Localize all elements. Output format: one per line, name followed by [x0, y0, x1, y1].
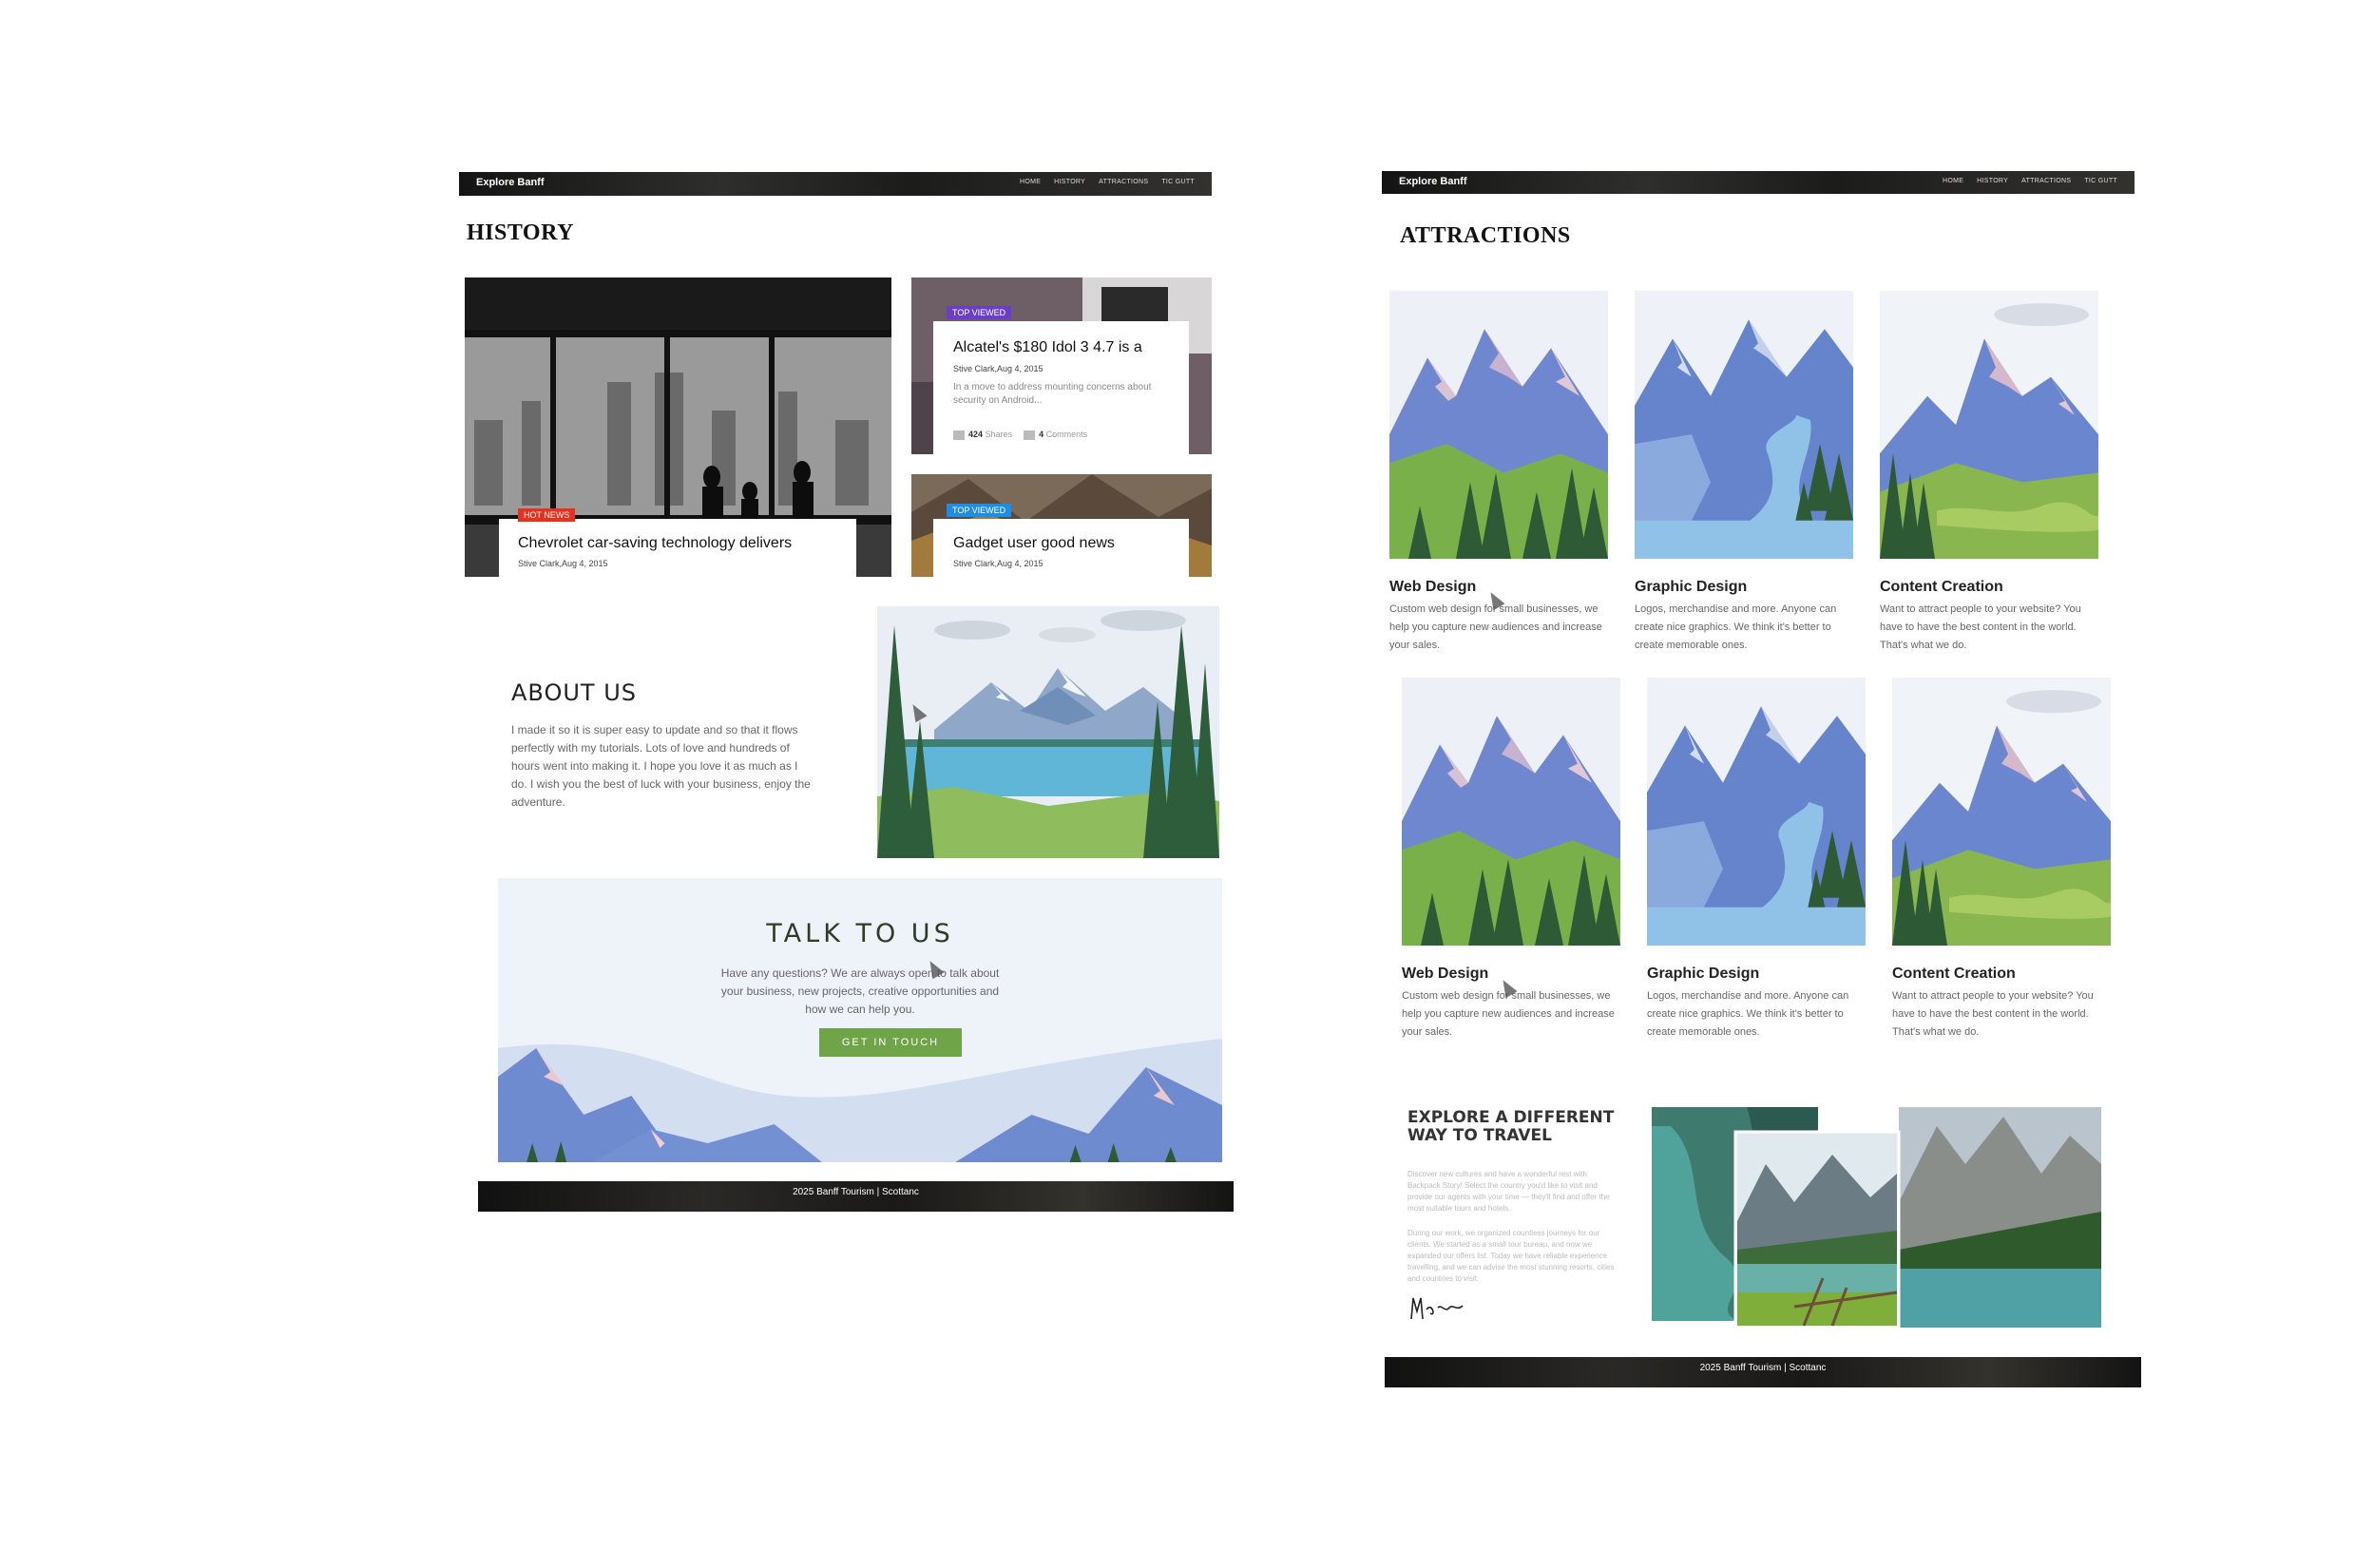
- talk-to-us-section: TALK TO US Have any questions? We are al…: [498, 878, 1222, 1162]
- service-title: Graphic Design: [1647, 966, 1760, 982]
- nav-link-home[interactable]: Home: [1020, 179, 1041, 185]
- right-navbar: Explore Banff Home History Attractions T…: [1382, 171, 2135, 194]
- share-icon: [953, 430, 965, 440]
- news-stats: 424 Shares 4 Comments: [953, 430, 1087, 440]
- service-text: Want to attract people to your website? …: [1892, 990, 2094, 1038]
- service-title: Content Creation: [1892, 966, 2016, 982]
- news-excerpt: In a move to address mounting concerns a…: [953, 382, 1152, 406]
- explore-title: EXPLORE A DIFFERENT WAY TO TRAVEL: [1407, 1109, 1614, 1145]
- service-title: Web Design: [1389, 579, 1477, 595]
- service-title: Graphic Design: [1635, 579, 1748, 595]
- explore-paragraph-1: Discover new cultures and have a wonderf…: [1407, 1170, 1610, 1213]
- news-card-chevrolet[interactable]: HOT NEWS Chevrolet car-saving technology…: [499, 508, 856, 577]
- service-card-graphic-design[interactable]: Graphic Design Logos, merchandise and mo…: [1647, 678, 1867, 1042]
- content-creation-illustration: [1892, 678, 2111, 946]
- service-text: Custom web design for small businesses, …: [1389, 603, 1602, 651]
- service-card-content-creation[interactable]: Content Creation Want to attract people …: [1880, 291, 2100, 655]
- service-text: Want to attract people to your website? …: [1880, 603, 2081, 651]
- lake-illustration: [877, 606, 1219, 858]
- content-creation-illustration: [1880, 291, 2098, 559]
- news-title[interactable]: Chevrolet car-saving technology delivers: [518, 535, 792, 552]
- nav-link-history[interactable]: History: [1977, 178, 2008, 184]
- about-us-title: ABOUT US: [511, 679, 638, 706]
- get-in-touch-button[interactable]: GET IN TOUCH: [819, 1028, 962, 1057]
- left-brand-logo[interactable]: Explore Banff: [476, 177, 545, 188]
- top-viewed-badge: TOP VIEWED: [947, 306, 1012, 319]
- right-nav-menu: Home History Attractions Tic Gutt: [1943, 178, 2117, 184]
- talk-to-us-title: TALK TO US: [766, 919, 954, 948]
- top-viewed-badge: TOP VIEWED: [947, 504, 1012, 517]
- news-card-gadget[interactable]: TOP VIEWED Gadget user good news Stive C…: [933, 504, 1189, 577]
- service-title: Content Creation: [1880, 579, 2003, 595]
- explore-title-line1: EXPLORE A DIFFERENT: [1407, 1108, 1615, 1127]
- web-design-illustration: [1402, 678, 1620, 946]
- signature: [1407, 1292, 1465, 1323]
- service-text: Custom web design for small businesses, …: [1402, 990, 1615, 1038]
- left-navbar: Explore Banff Home History Attractions T…: [459, 172, 1212, 196]
- shares-stat: 424 Shares: [953, 430, 1012, 440]
- news-card-alcatel[interactable]: TOP VIEWED Alcatel's $180 Idol 3 4.7 is …: [933, 306, 1189, 454]
- signature-image: [1410, 1297, 1464, 1320]
- service-card-graphic-design[interactable]: Graphic Design Logos, merchandise and mo…: [1635, 291, 1855, 655]
- left-nav-menu: Home History Attractions Tic Gutt: [1020, 179, 1195, 185]
- right-footer-text: 2025 Banff Tourism | Scottanc: [1699, 1363, 1827, 1373]
- left-footer: 2025 Banff Tourism | Scottanc: [478, 1181, 1234, 1212]
- about-us-text: I made it so it is super easy to update …: [511, 723, 811, 809]
- right-brand-logo[interactable]: Explore Banff: [1399, 176, 1467, 187]
- history-page-title: HISTORY: [467, 220, 574, 245]
- nav-link-extra[interactable]: Tic Gutt: [2084, 178, 2117, 184]
- comments-stat: 4 Comments: [1024, 430, 1087, 440]
- service-title: Web Design: [1402, 966, 1489, 982]
- left-footer-text: 2025 Banff Tourism | Scottanc: [793, 1187, 919, 1197]
- comment-icon: [1024, 430, 1036, 440]
- news-meta: Stive Clark,Aug 4, 2015: [953, 364, 1043, 373]
- right-footer: 2025 Banff Tourism | Scottanc: [1385, 1357, 2141, 1387]
- news-meta: Stive Clark,Aug 4, 2015: [953, 559, 1043, 568]
- service-card-content-creation[interactable]: Content Creation Want to attract people …: [1892, 678, 2113, 1042]
- web-design-illustration: [1389, 291, 1608, 559]
- travel-photo-collage: [1652, 1107, 2101, 1329]
- talk-to-us-text: Have any questions? We are always open t…: [720, 966, 1000, 1016]
- explore-title-line2: WAY TO TRAVEL: [1407, 1126, 1553, 1145]
- news-meta: Stive Clark,Aug 4, 2015: [518, 559, 608, 568]
- graphic-design-illustration: [1647, 678, 1866, 946]
- service-text: Logos, merchandise and more. Anyone can …: [1635, 603, 1837, 651]
- service-text: Logos, merchandise and more. Anyone can …: [1647, 990, 1849, 1038]
- hot-news-badge: HOT NEWS: [518, 508, 576, 522]
- graphic-design-illustration: [1635, 291, 1853, 559]
- news-title[interactable]: Alcatel's $180 Idol 3 4.7 is a: [953, 339, 1142, 356]
- attractions-page-title: ATTRACTIONS: [1400, 223, 1571, 248]
- nav-link-extra[interactable]: Tic Gutt: [1161, 179, 1195, 185]
- news-title[interactable]: Gadget user good news: [953, 535, 1115, 552]
- nav-link-home[interactable]: Home: [1943, 178, 1963, 184]
- explore-paragraph-2: During our work, we organized countless …: [1407, 1229, 1615, 1283]
- nav-link-history[interactable]: History: [1054, 179, 1085, 185]
- nav-link-attractions[interactable]: Attractions: [1099, 179, 1148, 185]
- nav-link-attractions[interactable]: Attractions: [2021, 178, 2071, 184]
